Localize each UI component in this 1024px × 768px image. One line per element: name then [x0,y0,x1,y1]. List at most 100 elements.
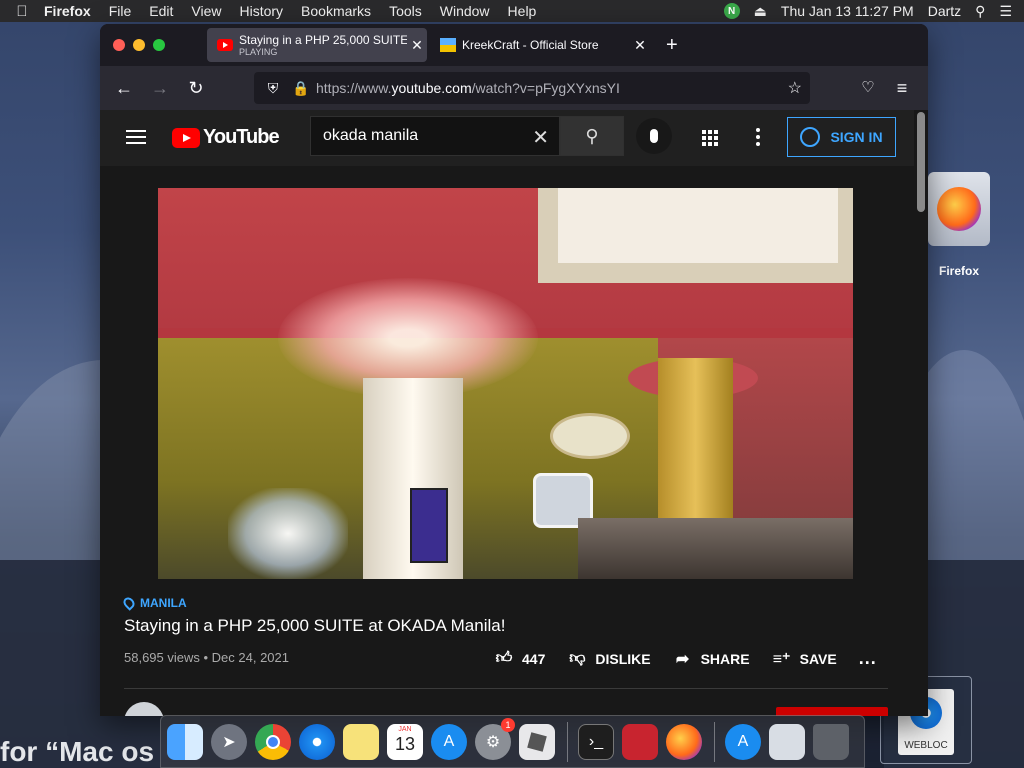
menu-bar:  Firefox File Edit View History Bookmar… [0,0,1024,22]
menu-file[interactable]: File [109,3,132,19]
url-text[interactable]: https://www.youtube.com/watch?v=pFygXYxn… [316,80,620,96]
location-link[interactable]: MANILA [121,595,894,611]
menu-help[interactable]: Help [508,3,537,19]
zoom-window-button[interactable] [153,39,165,51]
dock: ➤ JAN 13 A ⚙ 1 ›_ A [160,715,865,768]
close-tab-icon[interactable]: ✕ [407,37,427,54]
chrome-icon[interactable] [255,723,291,760]
address-bar[interactable]: ⛨ 🔒 https://www.youtube.com/watch?v=pFyg… [254,72,810,104]
tab-kreekcraft[interactable]: KreekCraft - Official Store ✕ [440,28,650,62]
video-title: Staying in a PHP 25,000 SUITE at OKADA M… [124,616,506,635]
forward-arrow-icon[interactable]: → [150,78,170,98]
share-button[interactable]: ➦ SHARE [673,650,750,668]
terminal-icon[interactable]: ›_ [578,723,614,760]
tab-title: Staying in a PHP 25,000 SUITE at [239,33,407,47]
guide-menu-icon[interactable] [126,130,146,144]
channel-avatar[interactable] [124,702,164,716]
bookmark-star-icon[interactable]: ☆ [788,78,802,98]
window-controls [113,39,165,51]
desktop-icon-firefox[interactable]: Firefox [926,172,992,278]
youtube-header: YouTube okada manila ✕ ⚲ SIGN IN [100,110,914,166]
search-button[interactable]: ⚲ [560,116,624,156]
desktop-icon-label: Firefox [938,264,979,278]
sign-in-label: SIGN IN [830,129,883,145]
disk-image-icon [928,172,990,246]
dock-separator [714,721,715,762]
webloc-label: WEBLOC [904,740,948,751]
voice-search-button[interactable] [636,118,672,154]
lock-icon[interactable]: 🔒 [290,80,312,97]
close-tab-icon[interactable]: ✕ [630,37,650,54]
sign-in-button[interactable]: SIGN IN [787,117,896,157]
pocket-icon[interactable]: ♡ [858,78,878,98]
finder-icon[interactable] [167,723,203,760]
search-icon: ⚲ [585,125,599,146]
save-button[interactable]: ≡⁺ SAVE [772,650,837,668]
apple-icon[interactable]:  [0,3,44,20]
scrollbar-thumb[interactable] [917,112,925,212]
youtube-logo[interactable]: YouTube [172,126,280,149]
firefox-icon[interactable] [666,723,702,760]
menu-view[interactable]: View [191,3,221,19]
app-store-icon[interactable]: A [431,723,467,760]
calendar-day: 13 [394,733,416,754]
system-preferences-gear-icon[interactable]: ⚙ 1 [475,717,515,760]
video-player[interactable] [158,188,853,579]
search-input[interactable]: okada manila ✕ [310,116,560,156]
apps-grid-icon[interactable] [702,130,718,146]
downloads-folder-icon[interactable] [769,723,805,760]
tracking-shield-icon[interactable]: ⛨ [262,80,284,97]
settings-kebab-icon[interactable] [756,128,760,146]
eject-icon[interactable]: ⏏ [754,3,767,20]
youtube-favicon-icon [217,39,233,51]
back-arrow-icon[interactable]: ← [114,78,134,98]
navigation-toolbar: ← → ↻ ⛨ 🔒 https://www.youtube.com/watch?… [100,66,928,110]
search-query[interactable]: okada manila [323,127,418,145]
app-store-folder-icon[interactable]: A [725,723,761,760]
menu-history[interactable]: History [239,3,283,19]
tab-bar: Staying in a PHP 25,000 SUITE at PLAYING… [100,24,928,66]
share-label: SHARE [700,650,750,667]
app-menu-icon[interactable]: ≡ [892,78,912,98]
calendar-icon[interactable]: JAN 13 [387,723,423,760]
like-count: 447 [522,650,546,667]
firefox-logo-icon [937,187,981,231]
page-scrollbar[interactable] [914,110,928,716]
clear-search-icon[interactable]: ✕ [532,125,549,150]
youtube-page: YouTube okada manila ✕ ⚲ SIGN IN MANILA … [100,110,914,716]
roblox-icon[interactable] [519,723,555,760]
spotlight-search-icon[interactable]: ⚲ [975,3,985,20]
menu-user[interactable]: Dartz [928,3,961,19]
tab-youtube[interactable]: Staying in a PHP 25,000 SUITE at PLAYING… [207,28,427,62]
trash-icon[interactable] [813,723,849,760]
menu-edit[interactable]: Edit [149,3,173,19]
notes-icon[interactable] [343,723,379,760]
close-window-button[interactable] [113,39,125,51]
more-actions-icon[interactable]: ... [859,648,877,669]
dock-separator [567,721,568,762]
new-tab-icon[interactable]: + [666,34,678,57]
menu-clock[interactable]: Thu Jan 13 11:27 PM [781,3,914,19]
tab-playing-status: PLAYING [239,47,278,57]
reload-icon[interactable]: ↻ [186,78,206,98]
menu-window[interactable]: Window [440,3,490,19]
notification-badge: 1 [501,717,515,732]
youtube-wordmark: YouTube [203,126,280,148]
launchpad-rocket-icon[interactable]: ➤ [211,723,247,760]
menu-tools[interactable]: Tools [389,3,422,19]
calendar-month: JAN [398,725,412,733]
menu-app-firefox[interactable]: Firefox [44,3,91,19]
dislike-button[interactable]: 👎︎ DISLIKE [567,650,650,668]
location-pin-icon [121,595,137,611]
location-label: MANILA [140,596,187,610]
safari-compass-icon[interactable] [299,723,335,760]
share-arrow-icon: ➦ [675,650,690,668]
menu-bookmarks[interactable]: Bookmarks [301,3,371,19]
kreekcraft-favicon-icon [440,38,456,52]
control-center-icon[interactable]: ☰ [999,3,1012,20]
n-app-icon[interactable]: N [723,3,740,19]
like-button[interactable]: 👍︎ 447 [494,650,546,668]
account-icon [800,127,821,147]
photo-booth-icon[interactable] [622,723,658,760]
minimize-window-button[interactable] [133,39,145,51]
